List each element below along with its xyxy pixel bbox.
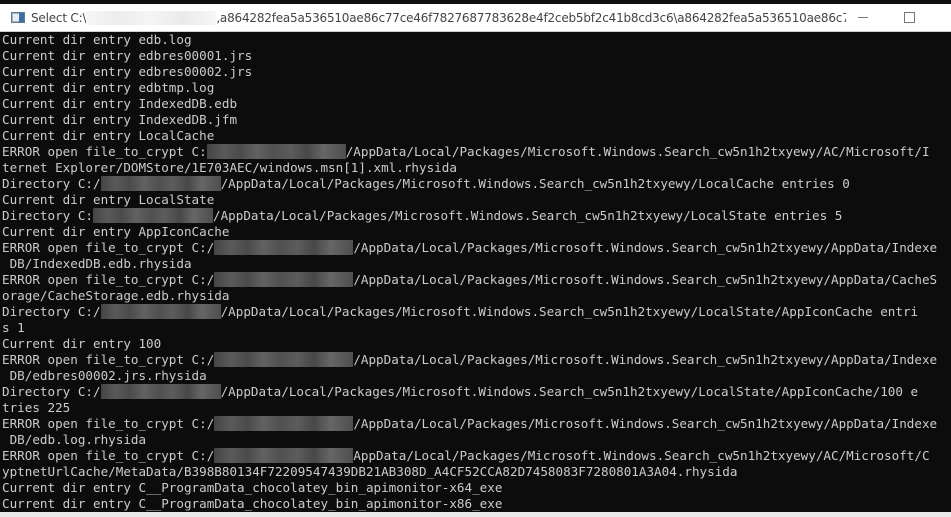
- redacted-username: [206, 144, 346, 159]
- console-line-path: AppData/Local/Packages/Microsoft.Windows…: [353, 448, 930, 463]
- redacted-username: [214, 352, 354, 367]
- console-line-text: ERROR open file_to_crypt C:/: [2, 240, 215, 255]
- console-line: ERROR open file_to_crypt C:/ AppData/Loca…: [0, 448, 951, 464]
- console-line-path: /AppData/Local/Packages/Microsoft.Window…: [220, 176, 850, 191]
- window-title: Select C:\ ,a864282fea5a536510ae86c77ce46…: [31, 11, 846, 25]
- console-line: Directory C:/ /AppData/Local/Packages/Mic…: [0, 384, 951, 400]
- console-line-text: ERROR open file_to_crypt C:: [2, 144, 207, 159]
- console-app-icon[interactable]: [11, 12, 25, 23]
- console-line-text: DB/edbres00002.jrs.rhysida: [2, 368, 207, 383]
- console-line-text: Current dir entry C__ProgramData_chocola…: [2, 480, 503, 495]
- console-line-text: DB/edb.log.rhysida: [2, 432, 147, 447]
- console-line-text: Directory C:/: [2, 176, 101, 191]
- console-line: Directory C: /AppData/Local/Packages/Micr…: [0, 208, 951, 224]
- console-line-text: Current dir entry edbres00002.jrs: [2, 64, 253, 79]
- console-line-text: s 1: [2, 320, 25, 335]
- console-line-text: ERROR open file_to_crypt C:/: [2, 352, 215, 367]
- minimize-button[interactable]: [840, 4, 886, 31]
- maximize-button[interactable]: [886, 4, 932, 31]
- console-output[interactable]: Current dir entry edb.log Current dir ent…: [0, 32, 951, 512]
- console-line: Current dir entry edbtmp.log: [0, 80, 951, 96]
- console-line: ERROR open file_to_crypt C:/ /AppData/Loc…: [0, 416, 951, 432]
- console-line: Current dir entry IndexedDB.jfm: [0, 112, 951, 128]
- console-line: DB/IndexedDB.edb.rhysida: [0, 256, 951, 272]
- redacted-username: [214, 240, 354, 255]
- title-bar[interactable]: Select C:\ ,a864282fea5a536510ae86c77ce46…: [0, 4, 951, 32]
- console-line: orage/CacheStorage.edb.rhysida: [0, 288, 951, 304]
- console-line: Current dir entry edbres00002.jrs: [0, 64, 951, 80]
- console-line-text: ERROR open file_to_crypt C:/: [2, 448, 215, 463]
- console-line-text: yptnetUrlCache/MetaData/B398B80134F72209…: [2, 464, 738, 479]
- redacted-username: [100, 304, 221, 319]
- console-line: Current dir entry LocalCache: [0, 128, 951, 144]
- console-line: Current dir entry 100: [0, 336, 951, 352]
- console-line: Current dir entry LocalState: [0, 192, 951, 208]
- console-line-text: Directory C:/: [2, 304, 101, 319]
- console-line-text: tries 225: [2, 400, 71, 415]
- redacted-username: [93, 208, 213, 223]
- console-line-text: Directory C:: [2, 208, 93, 223]
- console-line-text: ERROR open file_to_crypt C:/: [2, 272, 215, 287]
- title-prefix: Select C:\: [31, 11, 87, 25]
- console-line-text: Current dir entry 100: [2, 336, 162, 351]
- console-line-path: /AppData/Local/Packages/Microsoft.Window…: [213, 208, 843, 223]
- console-line: s 1: [0, 320, 951, 336]
- redacted-username: [214, 448, 354, 463]
- console-line-text: Current dir entry edbtmp.log: [2, 80, 215, 95]
- console-line-text: DB/IndexedDB.edb.rhysida: [2, 256, 192, 271]
- console-line-text: orage/CacheStorage.edb.rhysida: [2, 288, 230, 303]
- console-line: Current dir entry AppIconCache: [0, 224, 951, 240]
- redacted-username: [214, 416, 354, 431]
- console-line: DB/edb.log.rhysida: [0, 432, 951, 448]
- console-line-path: /AppData/Local/Packages/Microsoft.Window…: [353, 240, 938, 255]
- console-line-path: /AppData/Local/Packages/Microsoft.Window…: [220, 304, 919, 319]
- redacted-username: [100, 176, 221, 191]
- redacted-username: [214, 272, 354, 287]
- console-line: ERROR open file_to_crypt C:/ /AppData/Loc…: [0, 272, 951, 288]
- console-line-text: Current dir entry LocalState: [2, 192, 215, 207]
- console-line-text: Current dir entry edbres00001.jrs: [2, 48, 253, 63]
- console-line: Directory C:/ /AppData/Local/Packages/Mic…: [0, 176, 951, 192]
- console-line-path: /AppData/Local/Packages/Microsoft.Window…: [353, 416, 938, 431]
- console-line: Current dir entry edb.log: [0, 32, 951, 48]
- console-line: Directory C:/ /AppData/Local/Packages/Mic…: [0, 304, 951, 320]
- console-line-text: Current dir entry IndexedDB.jfm: [2, 112, 238, 127]
- console-line-text: Directory C:/: [2, 384, 101, 399]
- console-line-text: Current dir entry C__ProgramData_chocola…: [2, 496, 503, 511]
- console-line: DB/edbres00002.jrs.rhysida: [0, 368, 951, 384]
- redacted-username: [86, 11, 217, 25]
- console-line-path: /AppData/Local/Packages/Microsoft.Window…: [353, 352, 938, 367]
- redacted-username: [100, 384, 221, 399]
- console-line: ERROR open file_to_crypt C:/ /AppData/Loc…: [0, 352, 951, 368]
- console-line: Current dir entry C__ProgramData_chocola…: [0, 496, 951, 512]
- console-line-text: Current dir entry edb.log: [2, 32, 192, 47]
- console-line: tries 225: [0, 400, 951, 416]
- console-line: Current dir entry IndexedDB.edb: [0, 96, 951, 112]
- console-line: ternet Explorer/DOMStore/1E703AEC/window…: [0, 160, 951, 176]
- console-line-path: /AppData/Local/Packages/Microsoft.Window…: [353, 272, 938, 287]
- console-line: ERROR open file_to_crypt C:/ /AppData/Loc…: [0, 240, 951, 256]
- console-line-path: /AppData/Local/Packages/Microsoft.Window…: [345, 144, 930, 159]
- console-line: Current dir entry C__ProgramData_chocola…: [0, 480, 951, 496]
- console-line-text: Current dir entry LocalCache: [2, 128, 215, 143]
- console-line: ERROR open file_to_crypt C: /AppData/Loca…: [0, 144, 951, 160]
- title-suffix: ,a864282fea5a536510ae86c77ce46f782768778…: [216, 11, 846, 25]
- console-line-text: Current dir entry IndexedDB.edb: [2, 96, 238, 111]
- console-line-text: ternet Explorer/DOMStore/1E703AEC/window…: [2, 160, 457, 175]
- window-bottom-edge: [0, 512, 951, 517]
- console-line-text: ERROR open file_to_crypt C:/: [2, 416, 215, 431]
- console-line-text: Current dir entry AppIconCache: [2, 224, 230, 239]
- console-line: Current dir entry edbres00001.jrs: [0, 48, 951, 64]
- console-line-path: /AppData/Local/Packages/Microsoft.Window…: [220, 384, 919, 399]
- console-line: yptnetUrlCache/MetaData/B398B80134F72209…: [0, 464, 951, 480]
